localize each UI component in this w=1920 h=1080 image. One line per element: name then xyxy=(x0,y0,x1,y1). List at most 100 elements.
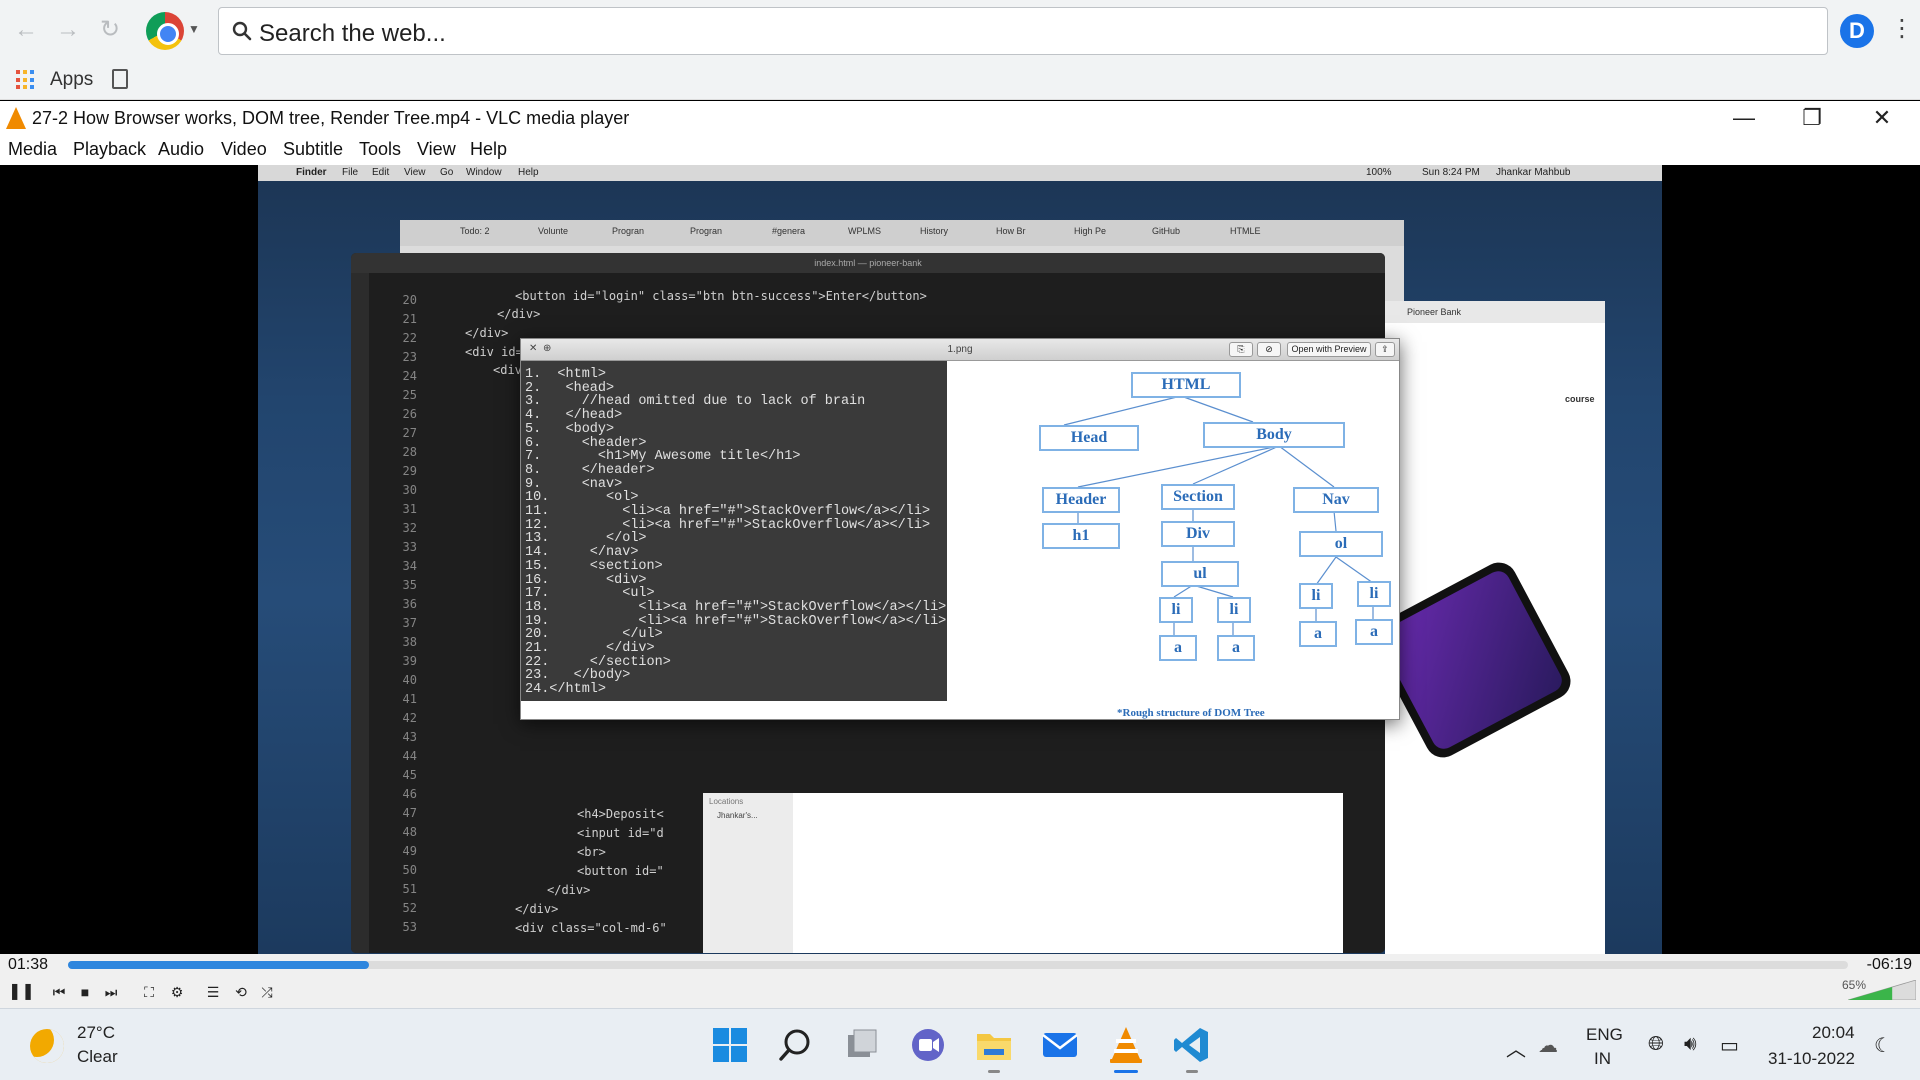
clock-time[interactable]: 20:04 xyxy=(1812,1023,1855,1043)
onedrive-icon[interactable]: ☁ xyxy=(1538,1033,1558,1058)
menu-video[interactable]: Video xyxy=(221,139,267,160)
line-number: 40 xyxy=(402,673,417,687)
back-icon[interactable]: ← xyxy=(12,16,40,44)
video-area[interactable]: Finder File Edit View Go Window Help 100… xyxy=(0,165,1920,954)
browser-toolbar: ← → ↻ ▼ Search the web... D ⋮ xyxy=(0,0,1920,62)
clock-date[interactable]: 31-10-2022 xyxy=(1768,1049,1855,1069)
dom-node-a: a xyxy=(1159,635,1197,661)
inner-tab: HTMLE xyxy=(1230,226,1261,236)
line-number: 41 xyxy=(402,692,417,706)
file-explorer-icon[interactable] xyxy=(974,1025,1014,1073)
weather-condition[interactable]: Clear xyxy=(77,1047,118,1067)
vlc-taskbar-icon[interactable] xyxy=(1106,1025,1146,1073)
line-number: 35 xyxy=(402,578,417,592)
inner-tab: High Pe xyxy=(1074,226,1107,236)
fullscreen-button[interactable]: ⛶ xyxy=(138,982,160,1002)
volume-slider[interactable] xyxy=(1848,980,1916,1000)
time-remaining[interactable]: -06:19 xyxy=(1867,956,1912,974)
line-number: 22 xyxy=(402,331,417,345)
menu-audio[interactable]: Audio xyxy=(158,139,204,160)
search-input[interactable]: Search the web... xyxy=(218,7,1828,55)
mac-clock: Sun 8:24 PM xyxy=(1422,167,1480,178)
line-number: 47 xyxy=(402,806,417,820)
forward-icon[interactable]: → xyxy=(54,16,82,44)
windows-start-icon[interactable] xyxy=(710,1025,750,1065)
pause-button[interactable]: ❚❚ xyxy=(8,982,35,1002)
language-indicator[interactable]: ENG xyxy=(1586,1025,1623,1045)
dom-node-h1: h1 xyxy=(1042,523,1120,549)
menu-help[interactable]: Help xyxy=(470,139,507,160)
menu-tools[interactable]: Tools xyxy=(359,139,401,160)
finder-locations: Locations xyxy=(709,797,744,806)
dom-node-a: a xyxy=(1217,635,1255,661)
search-icon[interactable] xyxy=(776,1025,816,1065)
battery-icon[interactable]: ▭ xyxy=(1720,1033,1739,1058)
weather-temperature[interactable]: 27°C xyxy=(77,1023,115,1043)
inner-tab: Progran xyxy=(612,226,645,236)
line-number: 43 xyxy=(402,730,417,744)
vscode-taskbar-icon[interactable] xyxy=(1172,1025,1212,1073)
moon-icon[interactable] xyxy=(30,1029,64,1063)
line-number: 36 xyxy=(402,597,417,611)
search-icon xyxy=(232,21,252,41)
extended-settings-button[interactable]: ⚙ xyxy=(166,982,188,1002)
line-number: 46 xyxy=(402,787,417,801)
stop-button[interactable]: ■ xyxy=(74,982,96,1002)
line-number: 37 xyxy=(402,616,417,630)
more-menu-icon[interactable]: ⋮ xyxy=(1890,14,1914,43)
line-number: 52 xyxy=(402,901,417,915)
line-number: 23 xyxy=(402,350,417,364)
playlist-button[interactable]: ☰ xyxy=(202,982,224,1002)
line-number: 33 xyxy=(402,540,417,554)
network-icon[interactable]: 🌐︎ xyxy=(1648,1033,1664,1056)
code-line: <div id= xyxy=(465,345,523,359)
speaker-icon[interactable]: 🔊︎ xyxy=(1684,1033,1697,1056)
line-number: 42 xyxy=(402,711,417,725)
menu-media[interactable]: Media xyxy=(8,139,57,160)
mail-icon[interactable] xyxy=(1040,1025,1080,1065)
chrome-logo-icon[interactable] xyxy=(146,12,184,50)
profile-avatar[interactable]: D xyxy=(1840,14,1874,48)
seek-bar[interactable] xyxy=(68,961,1848,969)
line-number: 28 xyxy=(402,445,417,459)
dom-node-li: li xyxy=(1217,597,1251,623)
dom-node-a: a xyxy=(1355,619,1393,645)
restore-button[interactable]: ❐ xyxy=(1792,105,1832,131)
shuffle-button[interactable]: ⤮ xyxy=(256,982,278,1002)
mac-menu-help: Help xyxy=(518,167,539,178)
mac-menu-finder: Finder xyxy=(296,167,327,178)
moon-focus-icon[interactable]: ☾ xyxy=(1874,1033,1892,1058)
line-number: 21 xyxy=(402,312,417,326)
line-number: 29 xyxy=(402,464,417,478)
vlc-cone-icon xyxy=(6,107,26,129)
close-button[interactable]: ✕ xyxy=(1862,105,1902,131)
reload-icon[interactable]: ↻ xyxy=(96,16,124,44)
document-icon[interactable] xyxy=(112,69,128,89)
line-number: 45 xyxy=(402,768,417,782)
apps-bookmark[interactable]: Apps xyxy=(50,69,93,91)
vlc-titlebar: 27-2 How Browser works, DOM tree, Render… xyxy=(0,101,1920,135)
chevron-up-icon[interactable]: ︿ xyxy=(1506,1033,1526,1062)
line-number: 20 xyxy=(402,293,417,307)
task-view-icon[interactable] xyxy=(842,1025,882,1065)
dom-node-section: Section xyxy=(1161,484,1235,510)
minimize-button[interactable]: — xyxy=(1724,105,1764,131)
menu-subtitle[interactable]: Subtitle xyxy=(283,139,343,160)
apps-grid-icon[interactable] xyxy=(16,70,36,90)
mac-battery: 100% xyxy=(1366,167,1392,178)
loop-button[interactable]: ⟲ xyxy=(230,982,252,1002)
region-indicator[interactable]: IN xyxy=(1594,1049,1611,1069)
teams-chat-icon[interactable] xyxy=(908,1025,948,1065)
chevron-down-icon[interactable]: ▼ xyxy=(188,22,200,36)
next-button[interactable]: ⏭ xyxy=(100,982,122,1002)
menu-playback[interactable]: Playback xyxy=(73,139,146,160)
dom-node-div: Div xyxy=(1161,521,1235,547)
mac-menu-view: View xyxy=(404,167,426,178)
window-title: 27-2 How Browser works, DOM tree, Render… xyxy=(32,108,630,128)
previous-button[interactable]: ⏮ xyxy=(48,982,70,1002)
line-number: 51 xyxy=(402,882,417,896)
line-number: 44 xyxy=(402,749,417,763)
code-line: <div class="col-md-6" xyxy=(515,921,667,935)
time-elapsed: 01:38 xyxy=(8,956,49,973)
menu-view[interactable]: View xyxy=(417,139,456,160)
